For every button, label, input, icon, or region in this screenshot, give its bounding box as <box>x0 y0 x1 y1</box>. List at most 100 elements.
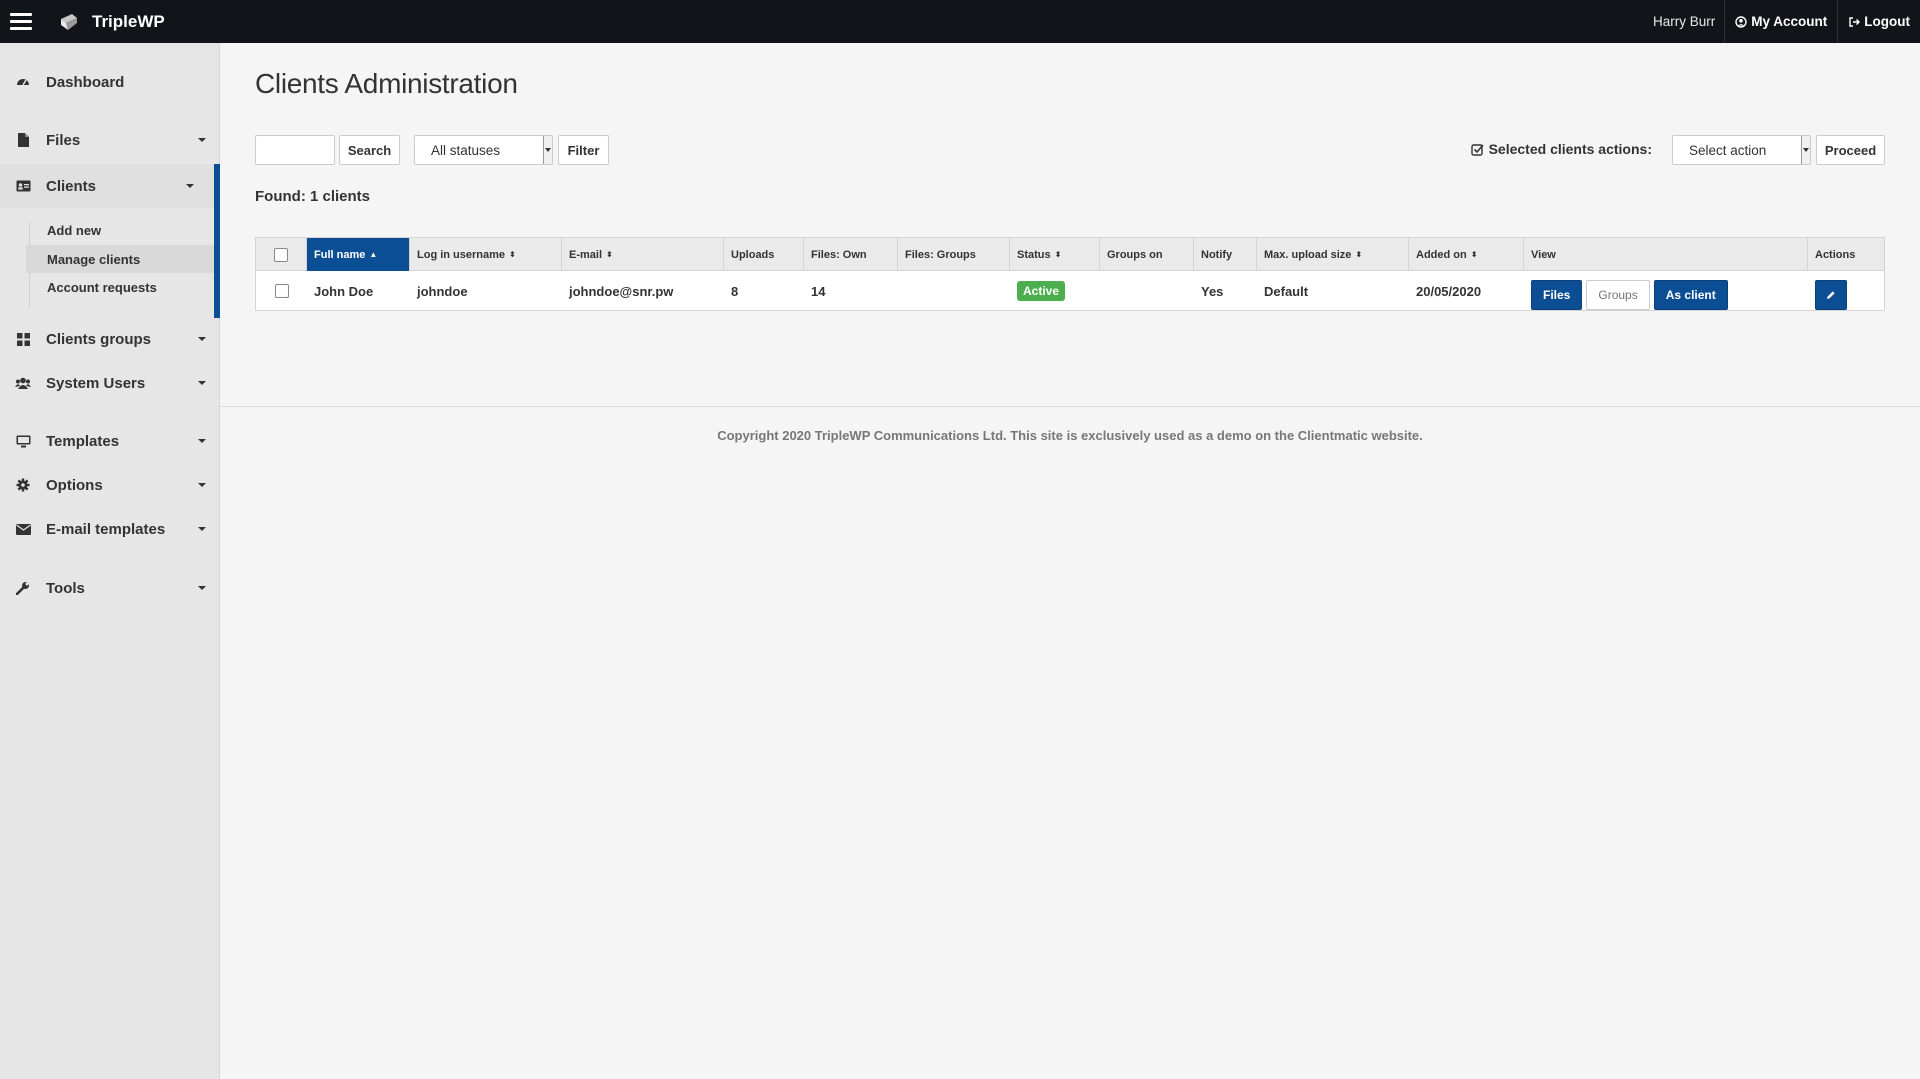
submenu-account-requests[interactable]: Account requests <box>26 273 214 301</box>
sidebar-item-label: Dashboard <box>46 73 125 91</box>
column-files-own: Files: Own <box>804 238 898 271</box>
cell-files-groups <box>898 272 1010 310</box>
action-select-value: Select action <box>1689 142 1767 158</box>
sort-icon: ⬍ <box>1054 249 1062 259</box>
bulk-actions-text: Selected clients actions: <box>1488 141 1652 157</box>
sidebar-item-system-users[interactable]: System Users <box>0 361 220 405</box>
sidebar-item-templates[interactable]: Templates <box>0 419 220 463</box>
sidebar-item-label: Options <box>46 476 103 494</box>
column-label: Notify <box>1201 248 1233 261</box>
search-input[interactable] <box>255 135 335 165</box>
brand-logo-icon <box>61 13 77 30</box>
column-label: Uploads <box>731 248 775 261</box>
sidebar-item-dashboard[interactable]: Dashboard <box>0 60 220 104</box>
column-label: Full name <box>314 248 366 261</box>
row-checkbox[interactable] <box>274 284 289 298</box>
cell-email: johndoe@snr.pw <box>569 283 674 299</box>
view-as-client-button[interactable]: As client <box>1653 280 1728 310</box>
chevron-down-icon <box>198 483 206 487</box>
sidebar-item-label: E-mail templates <box>46 520 166 538</box>
sidebar-item-clients[interactable]: Clients <box>0 164 220 208</box>
check-square-icon <box>1470 143 1484 156</box>
column-label: View <box>1531 248 1556 261</box>
column-max-upload[interactable]: Max. upload size ⬍ <box>1257 238 1409 271</box>
column-label: Groups on <box>1107 248 1163 261</box>
chevron-down-icon <box>1801 136 1810 164</box>
dashboard-icon <box>15 74 31 90</box>
sign-out-icon <box>1849 16 1861 27</box>
proceed-button[interactable]: Proceed <box>1816 135 1885 165</box>
column-notify: Notify <box>1194 238 1257 271</box>
page-title: Clients Administration <box>255 68 518 99</box>
cell-view: Files Groups As client <box>1524 280 1808 310</box>
results-count: Found: 1 clients <box>255 188 371 205</box>
top-bar: TripleWP Harry Burr My Account Logout <box>0 0 1920 43</box>
sidebar-item-tools[interactable]: Tools <box>0 566 220 610</box>
sort-icon: ⬍ <box>509 249 516 259</box>
sidebar-item-label: Clients <box>46 177 97 195</box>
topbar-user-menu: Harry Burr My Account Logout <box>1643 0 1920 43</box>
logout-label: Logout <box>1864 14 1910 29</box>
column-status[interactable]: Status ⬍ <box>1010 238 1100 271</box>
envelope-icon <box>15 521 31 537</box>
submenu-add-new[interactable]: Add new <box>26 216 214 244</box>
logout-link[interactable]: Logout <box>1837 0 1920 43</box>
view-groups-button[interactable]: Groups <box>1586 280 1650 310</box>
column-groups-on: Groups on <box>1100 238 1194 271</box>
column-label: Max. upload size <box>1264 248 1352 261</box>
sort-icon: ⬍ <box>606 249 613 259</box>
edit-button[interactable] <box>1815 280 1847 310</box>
gear-icon <box>15 477 31 493</box>
chevron-down-icon <box>186 184 194 188</box>
action-select[interactable]: Select action <box>1672 135 1811 165</box>
cell-files-own: 14 <box>811 283 826 299</box>
sort-icon: ⬍ <box>1355 249 1363 259</box>
search-button[interactable]: Search <box>339 135 400 165</box>
pencil-icon <box>1827 291 1835 299</box>
cell-actions <box>1808 280 1884 310</box>
column-username[interactable]: Log in username ⬍ <box>410 238 562 271</box>
sidebar-item-files[interactable]: Files <box>0 118 220 162</box>
column-label: Log in username <box>417 248 506 261</box>
cell-added-on: 20/05/2020 <box>1416 283 1482 299</box>
sidebar-item-label: System Users <box>46 374 146 392</box>
cell-notify: Yes <box>1201 283 1224 299</box>
cell-status: Active <box>1010 272 1100 310</box>
chevron-down-icon <box>198 337 206 341</box>
column-files-groups: Files: Groups <box>898 238 1010 271</box>
clients-table: Full name ▲ Log in username ⬍ E-mail ⬍ Uplo… <box>255 237 1885 311</box>
brand-name[interactable]: TripleWP <box>92 12 165 32</box>
sidebar-item-email-templates[interactable]: E-mail templates <box>0 507 220 551</box>
cell-max-upload: Default <box>1264 283 1309 299</box>
users-icon <box>15 375 31 391</box>
status-select[interactable]: All statuses <box>414 135 553 165</box>
filter-button[interactable]: Filter <box>558 135 609 165</box>
cell-username: johndoe <box>417 283 468 299</box>
chevron-down-icon <box>198 527 206 531</box>
column-label: Files: Own <box>811 248 867 261</box>
column-actions: Actions <box>1808 238 1884 271</box>
sidebar-item-options[interactable]: Options <box>0 463 220 507</box>
select-all-header <box>256 238 307 271</box>
column-full-name[interactable]: Full name ▲ <box>307 238 410 271</box>
column-email[interactable]: E-mail ⬍ <box>562 238 724 271</box>
cell-full-name: John Doe <box>314 283 374 299</box>
sidebar-item-label: Templates <box>46 432 120 450</box>
column-label: Added on <box>1416 248 1467 261</box>
select-all-checkbox[interactable] <box>274 247 288 262</box>
monitor-icon <box>15 433 31 449</box>
column-label: Files: Groups <box>905 248 976 261</box>
sidebar-item-label: Clients groups <box>46 330 152 348</box>
view-files-button[interactable]: Files <box>1531 280 1583 310</box>
bulk-actions-label: Selected clients actions: <box>1470 141 1652 157</box>
user-name: Harry Burr <box>1652 14 1716 29</box>
file-icon <box>15 132 31 148</box>
sidebar-item-clients-groups[interactable]: Clients groups <box>0 317 220 361</box>
column-label: Status <box>1017 248 1051 261</box>
my-account-link[interactable]: My Account <box>1724 0 1837 43</box>
menu-icon[interactable] <box>10 13 32 30</box>
wrench-icon <box>15 580 31 596</box>
submenu-manage-clients[interactable]: Manage clients <box>26 245 214 273</box>
column-label: Actions <box>1815 248 1856 261</box>
column-added-on[interactable]: Added on ⬍ <box>1409 238 1524 271</box>
